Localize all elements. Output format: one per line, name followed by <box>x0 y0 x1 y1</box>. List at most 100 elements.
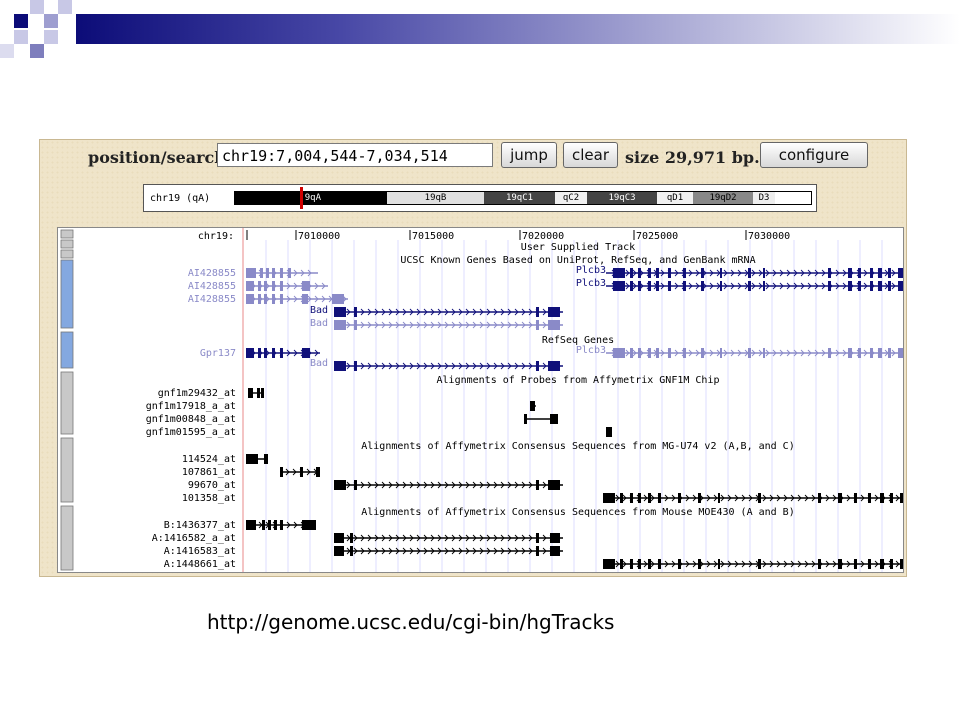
ruler-chrom-label: chr19: <box>198 231 234 242</box>
gene-plcb3-exon <box>858 281 861 291</box>
gene-plcb3-exon <box>720 268 722 278</box>
probe-1416583-exon <box>536 546 539 556</box>
gene-plcb3-exon <box>701 348 704 358</box>
probe-1448661-exon <box>698 559 701 569</box>
gene-ai428855-exon <box>264 281 267 291</box>
gene-plcb3-exon <box>888 348 891 358</box>
gene-plcb3-exon <box>848 348 852 358</box>
gene-gpr137-exon <box>280 348 283 358</box>
gene-plcb3-exon <box>888 268 891 278</box>
gene-ai428855-exon <box>280 294 283 304</box>
track-side-button <box>60 437 74 503</box>
gene-plcb3-exon <box>613 268 625 278</box>
track-side-button <box>60 259 74 329</box>
gene-bad-exon <box>536 361 539 371</box>
configure-button[interactable]: configure <box>760 142 868 168</box>
track-side-button <box>60 371 74 435</box>
probe-1416583-exon <box>550 546 560 556</box>
probe-101358-exon <box>648 493 651 503</box>
gene-ai428855-exon <box>302 294 308 304</box>
gene-bad-exon <box>536 307 539 317</box>
chromosome-ideogram[interactable]: chr19 (qA) 9qA 19qB 19qC1 qC2 19qC3 qD1 … <box>143 184 817 212</box>
probe-101358-exon <box>620 493 623 503</box>
ideogram-band: qC2 <box>555 192 587 204</box>
probe-gnf1m00848-exon <box>524 414 527 424</box>
gene-plcb3-exon <box>720 281 722 291</box>
gene-plcb3-exon <box>878 268 882 278</box>
gene-plcb3-exon <box>656 268 659 278</box>
ideogram-band: 19qC3 <box>587 192 657 204</box>
track-title: Alignments of Affymetrix Consensus Seque… <box>361 507 794 518</box>
gene-ai428855-exon <box>258 294 261 304</box>
probe-114524-exon <box>246 454 258 464</box>
track-row-label: A:1416583_at <box>164 546 236 557</box>
gene-plcb3-exon <box>701 268 704 278</box>
track-title: Alignments of Probes from Affymetrix GNF… <box>437 375 720 386</box>
gene-plcb3-exon <box>828 348 831 358</box>
gene-plcb3-exon <box>656 281 659 291</box>
track-row-label: gnf1m29432_at <box>158 388 236 399</box>
probe-107861-exon <box>280 467 283 477</box>
probe-101358-exon <box>698 493 701 503</box>
probe-1436377-exon <box>246 520 256 530</box>
gene-ai428855-exon <box>246 281 254 291</box>
probe-1448661-exon <box>890 559 893 569</box>
track-side-button <box>60 331 74 369</box>
probe-1448661-exon <box>838 559 842 569</box>
probe-107861-exon <box>316 467 320 477</box>
track-svg: chr19: 7010000 7015000 7020000 7025000 703000… <box>60 228 903 572</box>
gene-plcb3-exon <box>648 348 651 358</box>
probe-1448661-exon <box>658 559 661 569</box>
track-row-label: AI428855 <box>188 268 236 279</box>
gene-plcb3-exon <box>828 281 831 291</box>
jump-button[interactable]: jump <box>501 142 557 168</box>
header-square-light-3 <box>58 0 72 14</box>
ideogram-band: D3 <box>753 192 775 204</box>
clear-button[interactable]: clear <box>563 142 618 168</box>
position-input[interactable]: chr19:7,004,544-7,034,514 <box>217 143 493 167</box>
probe-101358-exon <box>880 493 884 503</box>
gene-label-bad: Bad <box>310 318 328 329</box>
ruler-tick-label: 7015000 <box>412 231 454 242</box>
probe-1448661-exon <box>854 559 857 569</box>
probe-99670-exon <box>536 480 539 490</box>
probe-1448661-exon <box>818 559 821 569</box>
probe-1448661-exon <box>603 559 615 569</box>
gene-ai428855-exon <box>272 294 275 304</box>
gene-gpr137-exon <box>302 348 310 358</box>
gene-plcb3-exon <box>870 268 873 278</box>
probe-101358-exon <box>854 493 857 503</box>
track-row-label: AI428855 <box>188 294 236 305</box>
probe-1448661-exon <box>900 559 903 569</box>
gene-plcb3-exon <box>878 348 882 358</box>
gene-bad-exon <box>334 320 346 330</box>
gene-plcb3-exon <box>748 281 751 291</box>
probe-1448661-exon <box>630 559 633 569</box>
probe-1436377-exon <box>280 520 283 530</box>
track-row-label: Gpr137 <box>200 348 236 359</box>
source-url[interactable]: http://genome.ucsc.edu/cgi-bin/hgTracks <box>207 610 614 634</box>
position-label: position/search <box>88 148 226 167</box>
probe-gnf1m29432-exon <box>261 388 264 398</box>
track-row-label: gnf1m17918_a_at <box>146 401 236 412</box>
probe-1448661-exon <box>638 559 641 569</box>
gene-ai428855-exon <box>258 281 261 291</box>
track-side-button <box>60 505 74 571</box>
gene-plcb3-exon <box>683 348 686 358</box>
probe-1448661-exon <box>880 559 884 569</box>
track-panel[interactable]: chr19: 7010000 7015000 7020000 7025000 703000… <box>57 227 904 573</box>
header-square-dark-1 <box>14 14 28 28</box>
header-gradient-bar <box>76 14 960 44</box>
gene-plcb3-exon <box>638 348 641 358</box>
probe-101358-exon <box>638 493 641 503</box>
track-title: User Supplied Track <box>521 242 635 253</box>
gene-plcb3-exon <box>888 281 891 291</box>
gene-plcb3-exon <box>878 281 882 291</box>
gene-plcb3-exon <box>898 348 903 358</box>
probe-1436377-exon <box>268 520 271 530</box>
size-label: size 29,971 bp. <box>625 148 760 167</box>
probe-1416582-exon <box>550 533 560 543</box>
gene-plcb3-exon <box>870 281 873 291</box>
probe-gnf1m00848-exon <box>550 414 558 424</box>
gene-plcb3-exon <box>613 348 625 358</box>
